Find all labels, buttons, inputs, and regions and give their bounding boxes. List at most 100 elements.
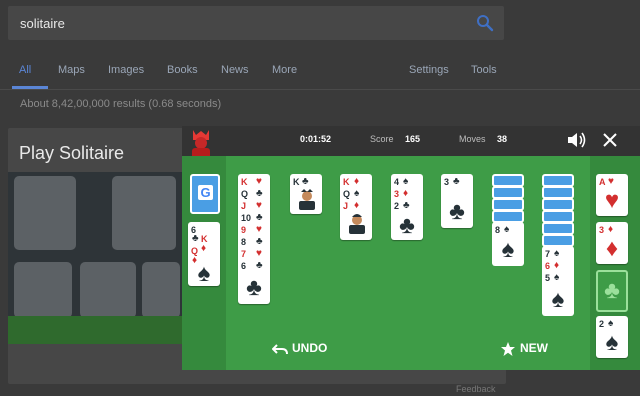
tab-all[interactable]: All xyxy=(19,64,31,76)
card-suit: ♣ xyxy=(256,212,263,223)
result-stats: About 8,42,00,000 results (0.68 seconds) xyxy=(20,98,222,110)
sound-icon[interactable] xyxy=(566,130,588,150)
foundation-spades[interactable]: 2 ♠ ♠ xyxy=(596,316,628,358)
waste-pile[interactable]: 6 ♣ K ♦ Q ♦ ♠ xyxy=(188,222,220,286)
tableau-pile-7[interactable]: 7 ♠ 6 ♦ 5 ♠ ♠ xyxy=(542,174,574,316)
card-suit-large: ♣ xyxy=(399,212,415,239)
card-value: 8 xyxy=(241,237,247,247)
tab-maps[interactable]: Maps xyxy=(58,64,85,76)
card-suit: ♣ xyxy=(256,236,263,247)
card-suit: ♦ xyxy=(554,260,560,271)
foundation-diamonds[interactable]: 3 ♦ ♦ xyxy=(596,222,628,264)
card-suit: ♣ xyxy=(302,176,309,187)
card-suit-large: ♠ xyxy=(197,260,211,287)
card-value: 6 xyxy=(545,261,551,271)
preview-card xyxy=(112,176,176,250)
tableau-pile-6[interactable]: 8 ♠ ♠ xyxy=(492,174,524,266)
card-value: K xyxy=(343,177,350,187)
search-box[interactable]: solitaire xyxy=(8,6,504,40)
card-suit: ♠ xyxy=(554,272,560,283)
tableau-pile-4[interactable]: 4 ♠ 3 ♦ 2 ♣ ♣ xyxy=(391,174,423,240)
face-up-cards: 7 ♠ 6 ♦ 5 ♠ ♠ xyxy=(542,246,574,316)
card-suit: ♦ xyxy=(354,200,360,211)
card-value: 7 xyxy=(545,249,551,259)
card-value: 6 xyxy=(241,261,247,271)
card-suit: ♦ xyxy=(608,224,614,235)
card-suit: ♥ xyxy=(256,248,262,259)
tab-tools[interactable]: Tools xyxy=(471,64,497,76)
card-suit: ♣ xyxy=(256,188,263,199)
card-suit-large: ♦ xyxy=(605,235,619,262)
card-suit: ♥ xyxy=(608,176,614,187)
search-input[interactable]: solitaire xyxy=(20,16,65,31)
close-icon[interactable] xyxy=(600,130,620,150)
tableau-pile-5[interactable]: 3 ♣ ♣ xyxy=(441,174,473,228)
card-value: K xyxy=(293,177,300,187)
tabs-divider xyxy=(0,89,640,90)
tableau-pile-1[interactable]: K ♥ Q ♣ J ♥ 10 ♣ 9 ♥ 8 ♣ 7 ♥ 6 ♣ ♣ xyxy=(238,174,270,304)
preview-felt-strip xyxy=(8,316,183,344)
preview-card xyxy=(142,262,180,318)
card-value: 8 xyxy=(495,225,501,235)
search-tabs: All Maps Images Books News More Settings… xyxy=(0,64,640,84)
preview-card xyxy=(14,262,72,318)
undo-label: UNDO xyxy=(292,341,328,355)
tab-settings[interactable]: Settings xyxy=(409,64,449,76)
undo-button[interactable]: UNDO xyxy=(272,340,332,358)
card-suit: ♣ xyxy=(453,176,460,187)
card-suit-large: ♣ xyxy=(246,274,262,301)
tab-images[interactable]: Images xyxy=(108,64,144,76)
card-suit: ♥ xyxy=(256,224,262,235)
stock-pile[interactable]: G xyxy=(190,174,220,214)
card-suit: ♠ xyxy=(554,248,560,259)
tableau-pile-2[interactable]: K ♣ xyxy=(290,174,322,214)
card-value: J xyxy=(241,201,247,211)
card-value: J xyxy=(343,201,349,211)
card-value: 10 xyxy=(241,213,252,223)
moves-value: 38 xyxy=(497,134,508,144)
card-suit: ♦ xyxy=(403,188,409,199)
search-icon[interactable] xyxy=(476,14,494,32)
new-label: NEW xyxy=(520,341,548,355)
card-suit: ♣ xyxy=(256,260,263,271)
face-up-card: 8 ♠ ♠ xyxy=(492,222,524,266)
tab-news[interactable]: News xyxy=(221,64,249,76)
card-value: K xyxy=(241,177,248,187)
card-value: 3 xyxy=(444,177,450,187)
card-value: 3 xyxy=(599,225,605,235)
star-icon xyxy=(501,342,515,356)
card-suit: ♠ xyxy=(354,188,360,199)
panel-title[interactable]: Play Solitaire xyxy=(19,143,124,164)
tab-books[interactable]: Books xyxy=(167,64,198,76)
jack-face-icon xyxy=(349,214,365,234)
undo-icon xyxy=(272,344,288,355)
score-label: Score xyxy=(370,134,394,144)
card-value: Q xyxy=(241,189,249,199)
card-suit: ♦ xyxy=(201,243,207,254)
card-suit: ♣ xyxy=(403,200,410,211)
card-suit-large: ♠ xyxy=(501,236,515,263)
card-value: 5 xyxy=(545,273,551,283)
card-value: Q xyxy=(343,189,351,199)
card-value: A xyxy=(599,177,606,187)
tableau-pile-3[interactable]: K ♦ Q ♠ J ♦ xyxy=(340,174,372,240)
card-suit-large: ♣ xyxy=(449,198,465,225)
preview-card xyxy=(80,262,136,318)
score-value: 165 xyxy=(405,134,421,144)
card-value: 2 xyxy=(599,319,605,329)
card-value: 9 xyxy=(241,225,247,235)
new-game-button[interactable]: NEW xyxy=(500,340,560,358)
card-value: 4 xyxy=(394,177,400,187)
card-suit-large: ♠ xyxy=(551,286,565,313)
feedback-link[interactable]: Feedback xyxy=(456,384,496,394)
card-suit: ♣ xyxy=(192,233,199,244)
card-suit: ♥ xyxy=(256,200,262,211)
tab-more[interactable]: More xyxy=(272,64,297,76)
moves-label: Moves xyxy=(459,134,486,144)
card-value: 3 xyxy=(394,189,400,199)
king-face-icon xyxy=(299,189,315,210)
club-placeholder-icon: ♣ xyxy=(604,277,620,304)
card-suit-large: ♥ xyxy=(604,187,620,214)
foundation-hearts[interactable]: A ♥ ♥ xyxy=(596,174,628,216)
foundation-clubs-empty[interactable]: ♣ xyxy=(596,270,628,312)
